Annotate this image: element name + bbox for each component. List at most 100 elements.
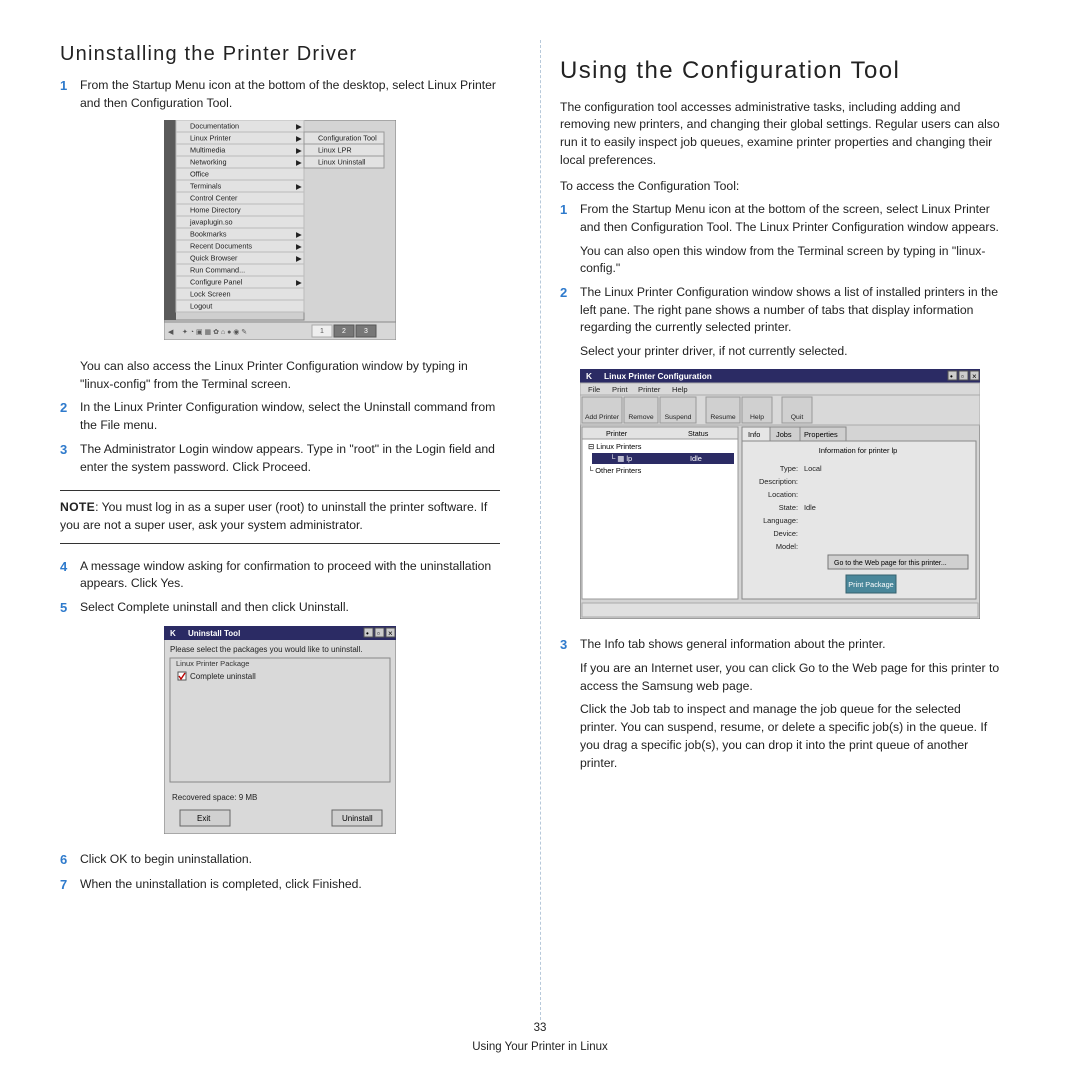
svg-text:Help: Help — [672, 385, 688, 394]
svg-text:▶: ▶ — [296, 158, 302, 167]
svg-text:Configuration Tool: Configuration Tool — [318, 134, 377, 143]
svg-text:Information for printer lp: Information for printer lp — [819, 446, 897, 455]
svg-text:Bookmarks: Bookmarks — [190, 230, 227, 239]
step-text: The Administrator Login window appears. … — [80, 441, 500, 476]
step-text: The Linux Printer Configuration window s… — [580, 284, 1000, 337]
step-number: 2 — [60, 399, 80, 434]
config-heading: Using the Configuration Tool — [560, 54, 1000, 89]
svg-text:File: File — [588, 385, 600, 394]
svg-text:Suspend: Suspend — [665, 414, 692, 421]
step-text: When the uninstallation is completed, cl… — [80, 876, 500, 895]
svg-text:✦ ◔ ▣ ▦ ✿ ⌂ ● ◉ ✎: ✦ ◔ ▣ ▦ ✿ ⌂ ● ◉ ✎ — [182, 328, 247, 336]
svg-text:3: 3 — [364, 328, 368, 335]
svg-text:Model:: Model: — [776, 542, 798, 551]
svg-text:2: 2 — [342, 328, 346, 335]
svg-text:Run Command...: Run Command... — [190, 266, 245, 275]
svg-text:Quit: Quit — [791, 414, 804, 421]
svg-text:▫: ▫ — [377, 629, 380, 638]
svg-text:▶: ▶ — [296, 122, 302, 131]
svg-text:Linux Printer: Linux Printer — [190, 134, 232, 143]
svg-text:Configure Panel: Configure Panel — [190, 278, 243, 287]
svg-text:Office: Office — [190, 170, 209, 179]
svg-text:Multimedia: Multimedia — [190, 146, 226, 155]
step-text: In the Linux Printer Configuration windo… — [80, 399, 500, 434]
svg-text:Lock Screen: Lock Screen — [190, 290, 231, 299]
svg-text:Linux LPR: Linux LPR — [318, 146, 352, 155]
svg-text:▶: ▶ — [296, 146, 302, 155]
page-number: 33 — [0, 1020, 1080, 1037]
note-text: : You must log in as a super user (root)… — [60, 500, 487, 532]
step-text: Select your printer driver, if not curre… — [580, 343, 1000, 361]
svg-text:▶: ▶ — [296, 230, 302, 239]
svg-text:Idle: Idle — [690, 454, 702, 463]
svg-text:Info: Info — [748, 430, 760, 439]
svg-text:Local: Local — [804, 464, 822, 473]
svg-text:Recent Documents: Recent Documents — [190, 242, 252, 251]
step-text: From the Startup Menu icon at the bottom… — [580, 201, 1000, 236]
svg-text:Language:: Language: — [763, 516, 798, 525]
svg-text:Recovered space: 9 MB: Recovered space: 9 MB — [172, 793, 257, 802]
svg-text:▶: ▶ — [296, 278, 302, 287]
svg-text:▶: ▶ — [296, 134, 302, 143]
svg-text:Add Printer: Add Printer — [585, 414, 620, 421]
svg-text:Idle: Idle — [804, 503, 816, 512]
step-number: 1 — [60, 77, 80, 112]
step-text: From the Startup Menu icon at the bottom… — [80, 77, 500, 112]
svg-text:Help: Help — [750, 414, 764, 421]
svg-text:Printer: Printer — [606, 429, 628, 438]
svg-text:Uninstall Tool: Uninstall Tool — [188, 629, 240, 638]
svg-text:⊟ Linux Printers: ⊟ Linux Printers — [588, 442, 642, 451]
svg-text:Description:: Description: — [759, 477, 798, 486]
svg-text:Device:: Device: — [773, 529, 798, 538]
svg-text:Linux Printer Configuration: Linux Printer Configuration — [604, 371, 712, 381]
column-divider — [540, 40, 541, 1020]
svg-text:Networking: Networking — [190, 158, 227, 167]
intro-text: The configuration tool accesses administ… — [560, 99, 1000, 170]
svg-text:Print: Print — [612, 385, 629, 394]
svg-text:•: • — [950, 372, 953, 381]
svg-text:K: K — [586, 371, 592, 381]
svg-text:Uninstall: Uninstall — [342, 814, 373, 823]
step-number: 6 — [60, 851, 80, 870]
svg-text:Home Directory: Home Directory — [190, 206, 241, 215]
svg-text:State:: State: — [779, 503, 798, 512]
svg-text:Type:: Type: — [780, 464, 798, 473]
svg-text:Printer: Printer — [638, 385, 661, 394]
step-number: 3 — [60, 441, 80, 476]
svg-text:Terminals: Terminals — [190, 182, 222, 191]
svg-text:Status: Status — [688, 429, 709, 438]
step-text: If you are an Internet user, you can cli… — [580, 660, 1000, 695]
svg-text:▶: ▶ — [296, 182, 302, 191]
step-text: You can also open this window from the T… — [580, 243, 1000, 278]
config-window-figure: K Linux Printer Configuration • ▫ × File… — [560, 369, 1000, 625]
after-step1-text: You can also access the Linux Printer Co… — [80, 358, 500, 393]
step-text: The Info tab shows general information a… — [580, 636, 1000, 654]
step-number: 5 — [60, 599, 80, 618]
svg-text:▶: ▶ — [296, 254, 302, 263]
step-number: 4 — [60, 558, 80, 593]
step-number: 2 — [560, 284, 580, 361]
svg-text:└ ▦ lp: └ ▦ lp — [610, 454, 632, 463]
svg-text:Exit: Exit — [197, 814, 211, 823]
svg-text:Location:: Location: — [768, 490, 798, 499]
page-footer: 33 Using Your Printer in Linux — [0, 1020, 1080, 1056]
step-text: A message window asking for confirmation… — [80, 558, 500, 593]
svg-text:Remove: Remove — [628, 414, 654, 421]
step-number: 3 — [560, 636, 580, 772]
svg-text:Resume: Resume — [710, 414, 736, 421]
note-label: NOTE — [60, 500, 95, 514]
svg-text:javaplugin.so: javaplugin.so — [189, 218, 233, 227]
svg-text:•: • — [366, 629, 369, 638]
step-number: 1 — [560, 201, 580, 278]
step-text: Click the Job tab to inspect and manage … — [580, 701, 1000, 772]
svg-text:Properties: Properties — [804, 430, 838, 439]
access-text: To access the Configuration Tool: — [560, 178, 1000, 196]
svg-text:Go to the Web page for this pr: Go to the Web page for this printer... — [834, 560, 947, 567]
svg-text:└ Other Printers: └ Other Printers — [588, 466, 642, 475]
footer-text: Using Your Printer in Linux — [0, 1039, 1080, 1056]
svg-text:▶: ▶ — [296, 242, 302, 251]
svg-text:◀: ◀ — [168, 329, 174, 336]
svg-text:Control Center: Control Center — [190, 194, 238, 203]
svg-text:Complete uninstall: Complete uninstall — [190, 672, 256, 681]
svg-text:Quick Browser: Quick Browser — [190, 254, 238, 263]
